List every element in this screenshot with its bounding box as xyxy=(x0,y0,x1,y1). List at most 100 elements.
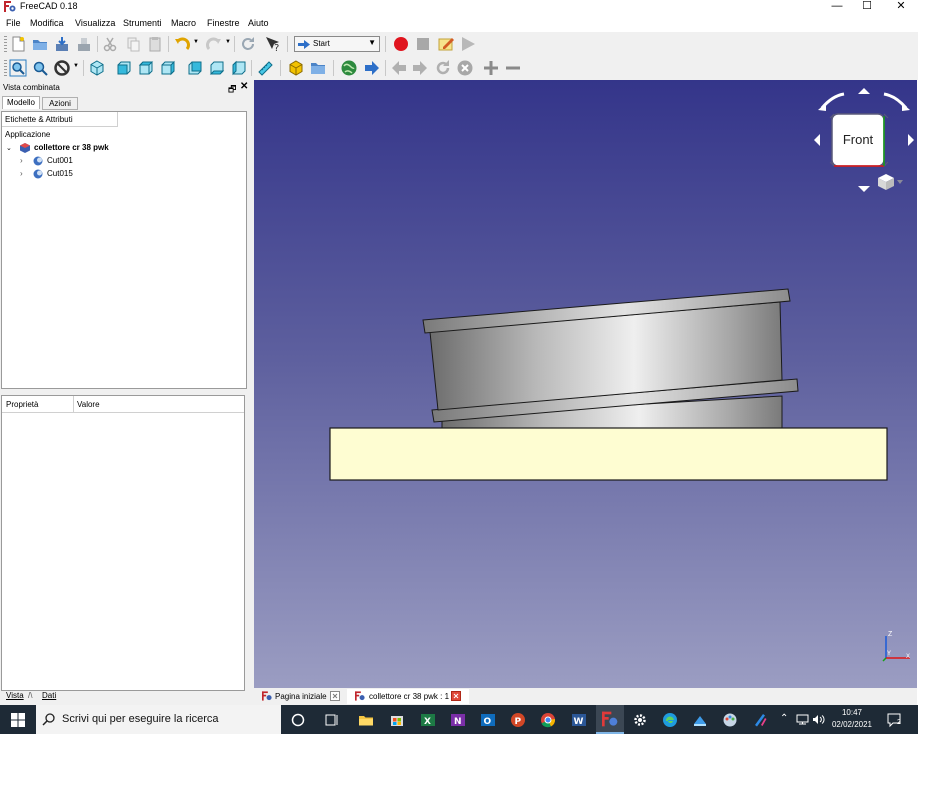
bottom-view-icon[interactable] xyxy=(208,59,226,77)
reload-icon[interactable] xyxy=(434,59,452,77)
back-icon[interactable] xyxy=(390,59,408,77)
fit-selection-icon[interactable] xyxy=(31,59,49,77)
undo-dropdown-icon[interactable]: ▼ xyxy=(193,39,199,45)
close-tab-icon[interactable] xyxy=(330,691,340,701)
refresh-icon[interactable] xyxy=(239,35,257,53)
clock-time: 10:47 xyxy=(841,708,863,717)
close-tab-icon[interactable] xyxy=(451,691,461,701)
onenote-icon[interactable]: N xyxy=(450,712,466,728)
freecad-logo-icon xyxy=(355,691,365,701)
next-icon[interactable] xyxy=(411,59,429,77)
file-explorer-icon[interactable] xyxy=(358,712,374,728)
settings-gear-icon[interactable] xyxy=(632,712,648,728)
chevron-up-icon[interactable]: ⌃ xyxy=(780,713,788,724)
taskbar-clock[interactable]: 10:47 02/02/2021 xyxy=(826,707,878,731)
toolbar-grip[interactable] xyxy=(4,36,7,52)
open-folder-icon[interactable] xyxy=(31,35,49,53)
front-view-icon[interactable] xyxy=(115,59,133,77)
taskbar-freecad-active[interactable] xyxy=(596,705,624,734)
tab-azioni[interactable]: Azioni xyxy=(42,97,78,110)
powerpoint-icon[interactable]: P xyxy=(510,712,526,728)
word-icon[interactable]: W xyxy=(571,712,587,728)
menu-macro[interactable]: Macro xyxy=(171,18,196,28)
start-page-icon[interactable] xyxy=(340,59,358,77)
rear-view-icon[interactable] xyxy=(186,59,204,77)
run-macro-icon[interactable] xyxy=(459,35,477,53)
cortana-icon[interactable] xyxy=(290,712,306,728)
new-document-icon[interactable] xyxy=(9,35,27,53)
paste-icon[interactable] xyxy=(146,35,164,53)
menu-finestre[interactable]: Finestre xyxy=(207,18,240,28)
chevron-right-icon[interactable]: › xyxy=(20,156,23,165)
draw-style-dropdown-icon[interactable]: ▼ xyxy=(73,63,79,69)
menu-aiuto[interactable]: Aiuto xyxy=(248,18,269,28)
zoom-in-icon[interactable] xyxy=(482,59,500,77)
fit-all-icon[interactable] xyxy=(9,59,27,77)
draw-style-icon[interactable] xyxy=(53,59,71,77)
task-view-icon[interactable] xyxy=(324,712,340,728)
workbench-selector[interactable]: Start ▼ xyxy=(294,36,380,52)
chevron-down-icon[interactable]: ⌄ xyxy=(6,144,12,152)
undock-icon[interactable]: 🗗 xyxy=(228,82,236,98)
axis-z-label: Z xyxy=(888,631,893,638)
stop-macro-icon[interactable] xyxy=(414,35,432,53)
menu-modifica[interactable]: Modifica xyxy=(30,18,64,28)
close-button[interactable]: ✕ xyxy=(886,0,916,14)
menu-strumenti[interactable]: Strumenti xyxy=(123,18,162,28)
chevron-right-icon[interactable]: › xyxy=(20,169,23,178)
tab-vista[interactable]: Vista xyxy=(6,691,24,703)
window-title: FreeCAD 0.18 xyxy=(20,1,78,11)
right-view-icon[interactable] xyxy=(159,59,177,77)
stop-loading-icon[interactable] xyxy=(456,59,474,77)
top-view-icon[interactable] xyxy=(137,59,155,77)
tab-start-page[interactable]: Pagina iniziale xyxy=(258,689,346,704)
snip-sketch-icon[interactable] xyxy=(752,712,768,728)
toolbar-grip[interactable] xyxy=(4,60,7,76)
paint-icon[interactable] xyxy=(722,712,738,728)
toolbar-separator xyxy=(280,60,281,76)
create-part-icon[interactable] xyxy=(287,59,305,77)
axis-y-label: Y xyxy=(887,651,892,657)
edge-icon[interactable] xyxy=(662,712,678,728)
forward-arrow-icon[interactable] xyxy=(363,59,381,77)
copy-icon[interactable] xyxy=(124,35,142,53)
menu-file[interactable]: File xyxy=(6,18,21,28)
chrome-icon[interactable] xyxy=(540,712,556,728)
minimize-button[interactable]: — xyxy=(822,0,852,14)
menu-visualizza[interactable]: Visualizza xyxy=(75,18,115,28)
svg-text:O: O xyxy=(484,717,492,727)
record-macro-icon[interactable] xyxy=(392,35,410,53)
outlook-icon[interactable]: O xyxy=(480,712,496,728)
isometric-view-icon[interactable] xyxy=(88,59,106,77)
store-icon[interactable] xyxy=(389,712,405,728)
clock-date: 02/02/2021 xyxy=(831,720,873,729)
save-icon[interactable] xyxy=(53,35,71,53)
excel-icon[interactable]: X xyxy=(420,712,436,728)
whats-this-icon[interactable]: ? xyxy=(264,35,282,53)
onedrive-upload-icon[interactable] xyxy=(692,712,708,728)
tab-modello[interactable]: Modello xyxy=(2,96,40,109)
close-panel-icon[interactable]: ✕ xyxy=(240,81,248,92)
cut-icon[interactable] xyxy=(101,35,119,53)
network-icon[interactable] xyxy=(796,714,809,725)
volume-icon[interactable] xyxy=(812,714,825,725)
3d-viewport[interactable]: Front Z Y X xyxy=(254,80,917,688)
zoom-out-icon[interactable] xyxy=(504,59,522,77)
tab-dati[interactable]: Dati xyxy=(42,691,56,703)
maximize-button[interactable]: ☐ xyxy=(852,0,882,14)
nav-cube-face-label[interactable]: Front xyxy=(840,132,876,147)
svg-text:W: W xyxy=(574,717,584,727)
undo-icon[interactable] xyxy=(173,35,191,53)
navigation-cube[interactable]: Front xyxy=(814,86,914,198)
taskbar-search-box[interactable]: Scrivi qui per eseguire la ricerca xyxy=(36,705,281,734)
tab-document-view[interactable]: collettore cr 38 pwk : 1 xyxy=(347,689,469,704)
edit-macro-icon[interactable] xyxy=(437,35,455,53)
toolbar-separator xyxy=(287,36,288,52)
create-group-icon[interactable] xyxy=(309,59,327,77)
measure-distance-icon[interactable] xyxy=(256,59,274,77)
redo-icon[interactable] xyxy=(205,35,223,53)
windows-start-icon[interactable] xyxy=(10,712,26,728)
left-view-icon[interactable] xyxy=(230,59,248,77)
save-as-icon[interactable] xyxy=(75,35,93,53)
redo-dropdown-icon[interactable]: ▼ xyxy=(225,39,231,45)
